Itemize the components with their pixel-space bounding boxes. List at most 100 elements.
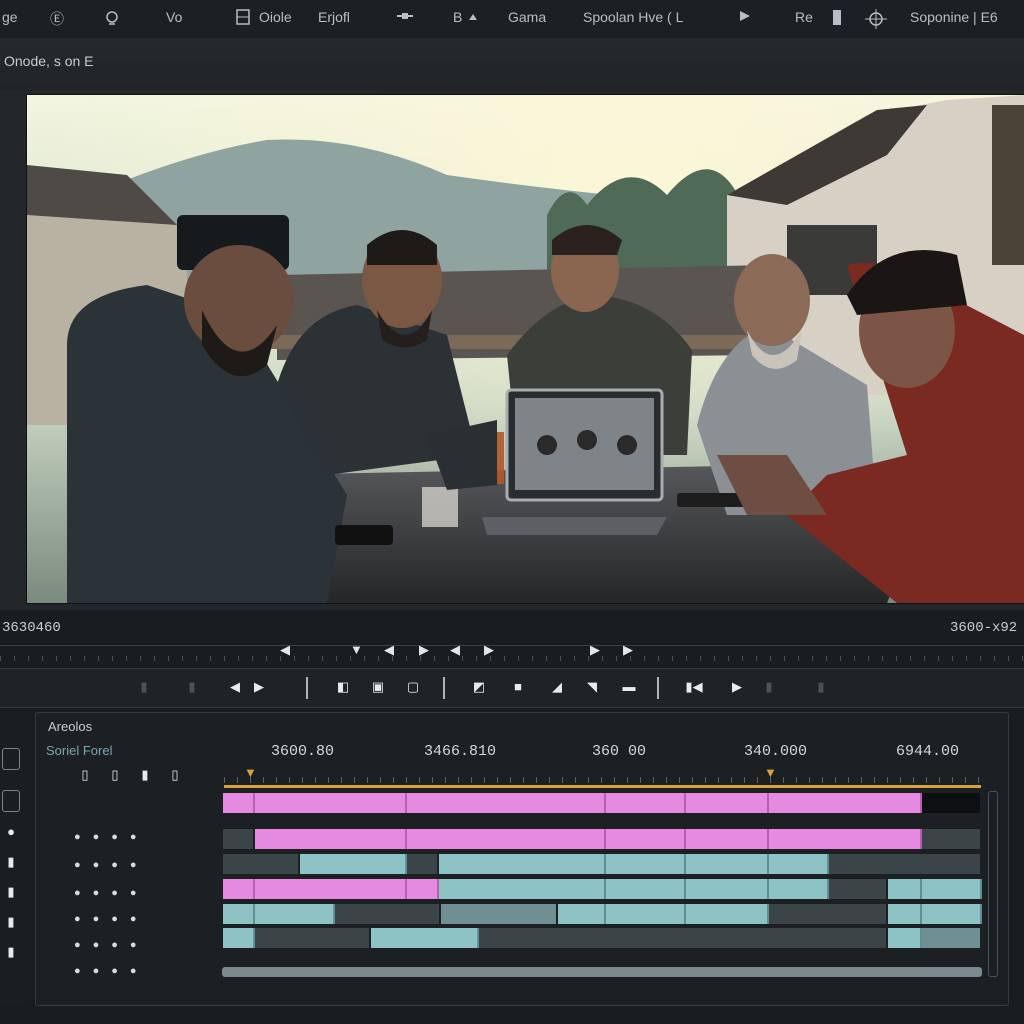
timeline-clip[interactable]: [223, 904, 255, 924]
timeline-clip[interactable]: [255, 793, 407, 813]
menu-item-10[interactable]: Spoolan Hve ( L: [583, 9, 683, 25]
timeline-clip[interactable]: [769, 854, 829, 874]
menu-item-3[interactable]: Vo: [166, 9, 182, 25]
menu-item-1[interactable]: Ⓔ: [50, 9, 64, 29]
track-toggle-icon[interactable]: ▯: [106, 767, 124, 783]
track-toggle-icon[interactable]: ▯: [76, 767, 94, 783]
timeline-clip[interactable]: [407, 879, 439, 899]
mark-in-icon[interactable]: ▮◀: [685, 679, 703, 695]
track-controls-icon[interactable]: ●●●●: [74, 831, 149, 843]
timeline-clip[interactable]: [686, 793, 769, 813]
timeline-clip[interactable]: [888, 904, 922, 924]
video-frame[interactable]: [27, 95, 1024, 603]
timeline-clip[interactable]: [255, 879, 407, 899]
crosshair-icon[interactable]: [865, 9, 887, 32]
viewer-scrub-ruler[interactable]: [0, 645, 1024, 662]
trim-icon[interactable]: ◩: [470, 679, 488, 695]
caret-icon[interactable]: [468, 9, 478, 25]
timeline-clip[interactable]: [300, 854, 407, 874]
play-icon[interactable]: ▶: [484, 642, 494, 658]
menu-item-12[interactable]: Re: [795, 9, 813, 25]
timeline-clip[interactable]: [686, 879, 769, 899]
timeline-ruler[interactable]: [224, 765, 981, 785]
track-controls-icon[interactable]: ●●●●: [74, 913, 149, 925]
timeline-clip[interactable]: [686, 829, 769, 849]
timeline-clip[interactable]: [407, 829, 606, 849]
line-icon[interactable]: ▬: [620, 679, 638, 695]
timeline-clip[interactable]: [223, 879, 255, 899]
play-icon[interactable]: ▶: [590, 642, 600, 658]
timeline-clip[interactable]: [888, 879, 922, 899]
timeline-vertical-scrollbar[interactable]: [988, 791, 998, 977]
play-icon[interactable]: ▶: [419, 642, 429, 658]
track-controls-icon[interactable]: ●●●●: [74, 939, 149, 951]
track-toggle-icon[interactable]: ▯: [166, 767, 184, 783]
bookmark-icon[interactable]: [831, 9, 843, 30]
menu-item-14[interactable]: Soponine | E6: [910, 9, 998, 25]
timeline-clip[interactable]: [407, 793, 606, 813]
playhead-icon[interactable]: ▼: [244, 765, 257, 781]
menu-item-9[interactable]: Gama: [508, 9, 546, 25]
timeline-clip[interactable]: [606, 854, 686, 874]
timeline-clip[interactable]: [769, 829, 922, 849]
razor-icon[interactable]: ◥: [583, 679, 601, 695]
timeline-horizontal-scrollbar[interactable]: [222, 967, 982, 977]
track-controls-icon[interactable]: ●●●●: [74, 859, 149, 871]
timeline-clip[interactable]: [255, 904, 335, 924]
timeline-clip[interactable]: [223, 793, 255, 813]
timeline-clip[interactable]: [439, 879, 606, 899]
play-icon[interactable]: ▶: [250, 679, 268, 695]
record-icon[interactable]: ●: [2, 824, 20, 840]
timeline-clip[interactable]: [888, 928, 922, 948]
slip-icon[interactable]: ◢: [548, 679, 566, 695]
bulb-icon[interactable]: [103, 9, 121, 30]
clip-icon[interactable]: ◧: [334, 679, 352, 695]
menu-item-8[interactable]: B: [453, 9, 462, 25]
timeline-clip[interactable]: [922, 904, 982, 924]
timeline-clip[interactable]: [558, 904, 606, 924]
timeline-clip[interactable]: [606, 879, 686, 899]
stop-icon[interactable]: ■: [509, 679, 527, 695]
film-icon[interactable]: ▣: [369, 679, 387, 695]
frame-icon[interactable]: ▢: [404, 679, 422, 695]
window-icon[interactable]: [236, 9, 250, 28]
menu-item-6[interactable]: Erjofl: [318, 9, 350, 25]
timeline-clip[interactable]: [686, 854, 769, 874]
lock-icon[interactable]: ▮: [2, 914, 20, 930]
select-tool-button[interactable]: [2, 748, 20, 770]
menu-bar: ge Ⓔ Vo Oiole Erjofl B Gama Spoolan Hve …: [0, 0, 1024, 39]
lock-icon[interactable]: ▮: [2, 944, 20, 960]
timeline-clip[interactable]: [922, 879, 982, 899]
lock-icon[interactable]: ▮: [2, 884, 20, 900]
skip-back-icon[interactable]: ◀: [280, 642, 290, 658]
menu-item-0[interactable]: ge: [2, 9, 18, 25]
flag-icon[interactable]: [738, 9, 752, 26]
timeline-clip[interactable]: [439, 854, 606, 874]
timeline-clip[interactable]: [255, 829, 407, 849]
step-back-icon[interactable]: ◀: [226, 679, 244, 695]
lock-icon[interactable]: ▮: [2, 854, 20, 870]
track-toggle-icon[interactable]: ▮: [136, 767, 154, 783]
timeline-clip[interactable]: [606, 904, 686, 924]
timeline-work-area-bar[interactable]: [224, 785, 981, 788]
timeline-clip[interactable]: [686, 904, 769, 924]
track-controls-icon[interactable]: ●●●●: [74, 965, 149, 977]
playhead-icon[interactable]: ▼: [764, 765, 777, 781]
timeline-clip[interactable]: [606, 829, 686, 849]
step-back-icon[interactable]: ◀: [450, 642, 460, 658]
timeline-clip[interactable]: [441, 904, 556, 924]
marker-icon[interactable]: ▼: [350, 642, 363, 658]
play-icon[interactable]: ▶: [728, 679, 746, 695]
timeline-clip[interactable]: [606, 793, 686, 813]
menu-item-5[interactable]: Oiole: [259, 9, 292, 25]
timeline-clip[interactable]: [769, 879, 829, 899]
timeline-clip[interactable]: [371, 928, 479, 948]
link-icon[interactable]: [395, 9, 415, 26]
step-back-icon[interactable]: ◀: [384, 642, 394, 658]
track-controls-icon[interactable]: ●●●●: [74, 887, 149, 899]
timeline-clip[interactable]: [223, 928, 255, 948]
play-icon[interactable]: ▶: [623, 642, 633, 658]
track-tool-button[interactable]: [2, 790, 20, 812]
timeline-clip[interactable]: [922, 928, 980, 948]
timeline-clip[interactable]: [769, 793, 922, 813]
